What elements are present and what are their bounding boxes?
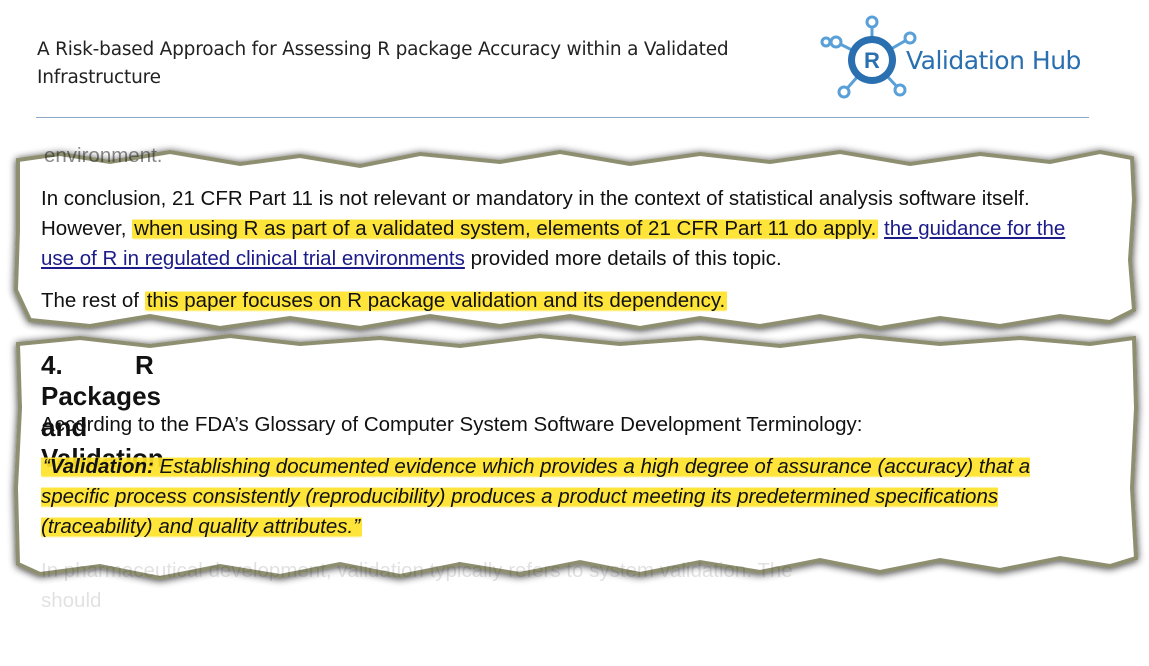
conclusion-paragraph: In conclusion, 21 CFR Part 11 is not rel… — [41, 187, 1066, 270]
validation-definition-quote: “Validation: Establishing documented evi… — [41, 452, 1091, 542]
rest-of-paper-paragraph: The rest of this paper focuses on R pack… — [41, 289, 728, 312]
highlight-focus: this paper focuses on R package validati… — [144, 289, 728, 312]
torn-excerpt-conclusion: environment. In conclusion, 21 CFR Part … — [0, 140, 1149, 340]
cutoff-text-bottom-2: should — [41, 589, 102, 612]
section-number: 4. — [41, 350, 63, 380]
page-title: A Risk-based Approach for Assessing R pa… — [37, 39, 729, 88]
highlight-part11: when using R as part of a validated syst… — [132, 217, 879, 240]
torn-excerpt-section4: 4.R Packages and Validation According to… — [0, 328, 1149, 618]
logo-wordmark: Validation Hub — [906, 46, 1081, 75]
svg-text:R: R — [864, 48, 880, 73]
validation-hub-logo: R Validation Hub — [820, 8, 1100, 108]
highlight-validation-definition: “Validation: Establishing documented evi… — [41, 455, 1031, 538]
cutoff-text-top: environment. — [44, 144, 163, 167]
header-divider — [36, 117, 1089, 118]
r-hub-network-icon: R — [820, 15, 917, 99]
fda-glossary-paragraph: According to the FDA’s Glossary of Compu… — [41, 413, 863, 436]
cutoff-text-bottom-1: In pharmaceutical development, validatio… — [41, 559, 793, 582]
